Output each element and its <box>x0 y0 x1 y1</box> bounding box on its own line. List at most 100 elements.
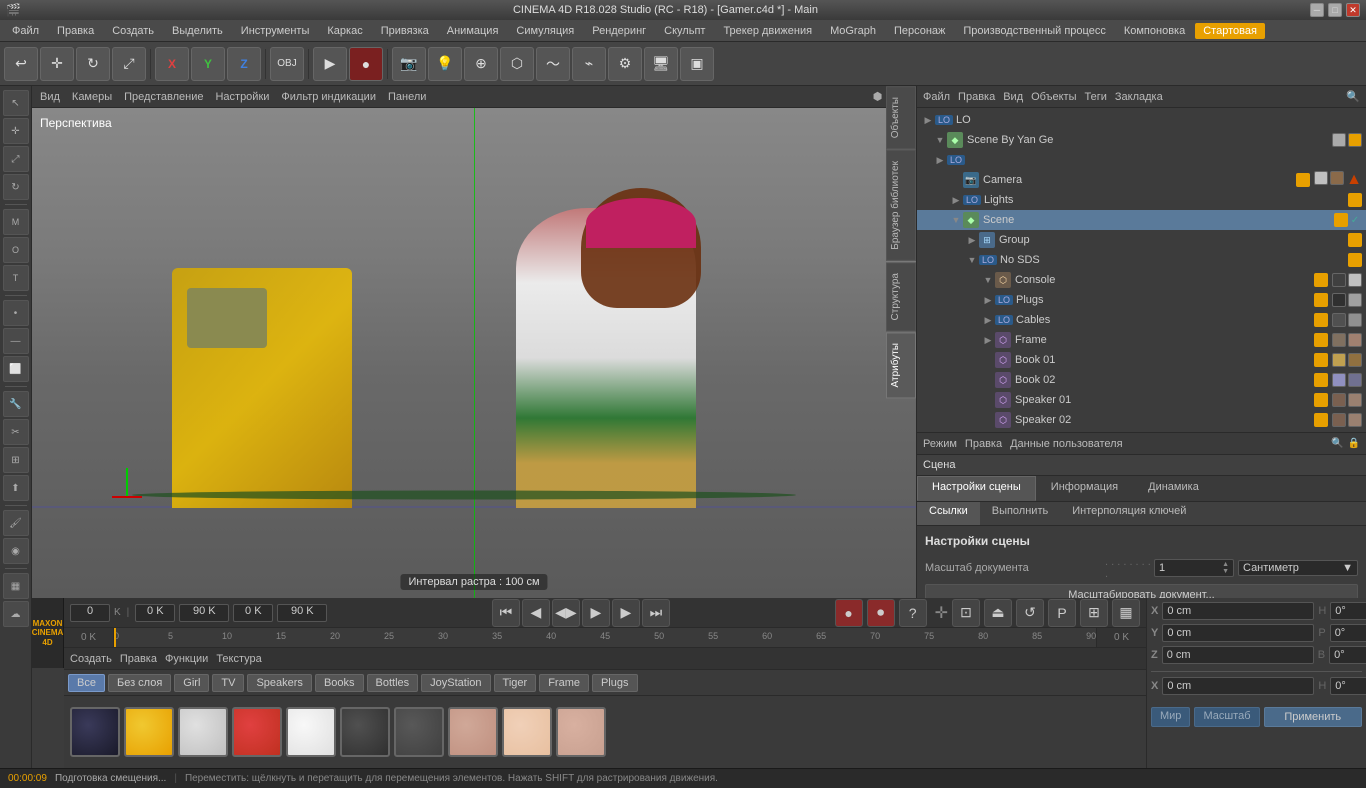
menu-mograph[interactable]: MoGraph <box>822 23 884 39</box>
attr-sub-tab-links[interactable]: Ссылки <box>917 502 980 525</box>
play-button[interactable]: ▶ <box>582 599 610 627</box>
menu-snap[interactable]: Привязка <box>373 23 437 39</box>
expand-icon[interactable]: ▶ <box>981 333 995 347</box>
mat-swatch-8[interactable] <box>502 707 552 757</box>
menu-simulate[interactable]: Симуляция <box>508 23 582 39</box>
expand-icon[interactable]: ▼ <box>949 213 963 227</box>
mat-swatch-7[interactable] <box>448 707 498 757</box>
attr-menu-edit[interactable]: Правка <box>965 438 1002 450</box>
menu-select[interactable]: Выделить <box>164 23 231 39</box>
menu-compose[interactable]: Компоновка <box>1116 23 1193 39</box>
lt-point[interactable]: • <box>3 300 29 326</box>
lt-move[interactable]: ✛ <box>3 118 29 144</box>
lt-scale[interactable]: ⤢ <box>3 146 29 172</box>
obj-row-console[interactable]: ▼ ⬡ Console <box>917 270 1366 290</box>
lt-sky[interactable]: ☁ <box>3 601 29 627</box>
attr-menu-userdata[interactable]: Данные пользователя <box>1010 438 1122 450</box>
mat-swatch-5[interactable] <box>340 707 390 757</box>
tb-camera[interactable]: 📷 <box>392 47 426 81</box>
vp-view-menu[interactable]: Вид <box>40 91 60 103</box>
lt-rotate[interactable]: ↻ <box>3 174 29 200</box>
obj-row-speaker02[interactable]: ⬡ Speaker 02 <box>917 410 1366 430</box>
obj-row-nosds[interactable]: ▼ LO No SDS <box>917 250 1366 270</box>
goto-end-button[interactable]: ⏭ <box>642 599 670 627</box>
obj-row-lo2[interactable]: ▶ LO <box>917 150 1366 170</box>
vp-expand[interactable]: ⬢ <box>873 90 883 103</box>
p-rotation-input[interactable] <box>1330 624 1366 642</box>
sx-input[interactable] <box>1162 677 1314 695</box>
side-tab-objects[interactable]: Объекты <box>886 86 916 149</box>
scale-input[interactable]: 1 ▲ ▼ <box>1154 559 1234 577</box>
lt-texture[interactable]: T <box>3 265 29 291</box>
mat-menu-create[interactable]: Создать <box>70 653 112 665</box>
lt-model[interactable]: M <box>3 209 29 235</box>
tb-scale[interactable]: ⤢ <box>112 47 146 81</box>
tb-axis-z[interactable]: Z <box>227 47 261 81</box>
menu-tools[interactable]: Инструменты <box>233 23 318 39</box>
side-tab-structure[interactable]: Структура <box>886 262 916 331</box>
record-button[interactable]: ● <box>835 599 863 627</box>
mat-tag-nolayer[interactable]: Без слоя <box>108 674 171 692</box>
mat-swatch-3[interactable] <box>232 707 282 757</box>
attr-sub-tab-interp[interactable]: Интерполяция ключей <box>1060 502 1198 525</box>
mat-tag-joystation[interactable]: JoyStation <box>421 674 490 692</box>
x-position-input[interactable] <box>1162 602 1314 620</box>
menu-tracker[interactable]: Трекер движения <box>715 23 820 39</box>
auto-record-button[interactable]: ⏺ <box>867 599 895 627</box>
obj-row-book02[interactable]: ⬡ Book 02 <box>917 370 1366 390</box>
obj-menu-bookmarks[interactable]: Закладка <box>1115 91 1163 103</box>
mat-tag-bottles[interactable]: Bottles <box>367 674 419 692</box>
h-rotation-input[interactable] <box>1330 602 1366 620</box>
side-tab-browser[interactable]: Браузер библиотек <box>886 150 916 261</box>
tb-render-view[interactable]: 🖥 <box>644 47 678 81</box>
obj-row-lo1[interactable]: ▶ LO LO <box>917 110 1366 130</box>
start-time2-input[interactable]: 0 K <box>233 604 273 622</box>
expand-icon[interactable]: ▶ <box>949 193 963 207</box>
tb-spline[interactable]: 〜 <box>536 47 570 81</box>
next-frame-button[interactable]: ▶ <box>612 599 640 627</box>
lt-knife[interactable]: ✂ <box>3 419 29 445</box>
menu-render[interactable]: Рендеринг <box>584 23 654 39</box>
obj-row-camera[interactable]: 📷 Camera ▲ <box>917 170 1366 190</box>
menu-sculpt[interactable]: Скульпт <box>656 23 713 39</box>
tb-render[interactable]: ▣ <box>680 47 714 81</box>
tb-record[interactable]: ● <box>349 47 383 81</box>
start-time-input[interactable]: 0 K <box>135 604 175 622</box>
attr-sub-tab-execute[interactable]: Выполнить <box>980 502 1060 525</box>
lt-edge[interactable]: — <box>3 328 29 354</box>
end-time-input[interactable]: 90 K <box>179 604 229 622</box>
end-time2-input[interactable]: 90 K <box>277 604 327 622</box>
loop-button[interactable]: ↺ <box>1016 599 1044 627</box>
mat-swatch-6[interactable] <box>394 707 444 757</box>
side-tab-attributes[interactable]: Атрибуты <box>886 332 916 398</box>
obj-row-scene[interactable]: ▼ ◆ Scene ✓ <box>917 210 1366 230</box>
vp-filter-menu[interactable]: Фильтр индикации <box>281 91 376 103</box>
vp-options-menu[interactable]: Настройки <box>215 91 269 103</box>
vp-cameras-menu[interactable]: Камеры <box>72 91 112 103</box>
tb-light[interactable]: 💡 <box>428 47 462 81</box>
tb-polygon[interactable]: ⬡ <box>500 47 534 81</box>
obj-row-cables[interactable]: ▶ LO Cables <box>917 310 1366 330</box>
menu-animate[interactable]: Анимация <box>439 23 507 39</box>
lt-floor[interactable]: ▦ <box>3 573 29 599</box>
mat-swatch-4[interactable] <box>286 707 336 757</box>
mat-menu-texture[interactable]: Текстура <box>216 653 261 665</box>
menu-startup[interactable]: Стартовая <box>1195 23 1265 39</box>
mat-tag-girl[interactable]: Girl <box>174 674 209 692</box>
apply-button[interactable]: Применить <box>1264 707 1363 727</box>
y-position-input[interactable] <box>1162 624 1314 642</box>
obj-row-speaker01[interactable]: ⬡ Speaker 01 <box>917 390 1366 410</box>
minimize-button[interactable]: ─ <box>1310 3 1324 17</box>
mat-swatch-2[interactable] <box>178 707 228 757</box>
lt-magnet[interactable]: 🔧 <box>3 391 29 417</box>
mat-tag-tiger[interactable]: Tiger <box>494 674 537 692</box>
world-mode-button[interactable]: Мир <box>1151 707 1190 727</box>
obj-menu-objects[interactable]: Объекты <box>1031 91 1076 103</box>
scale-unit-dropdown[interactable]: Сантиметр ▼ <box>1238 560 1358 576</box>
current-time-input[interactable]: 0 <box>70 604 110 622</box>
attr-tab-dynamics[interactable]: Динамика <box>1133 476 1214 501</box>
tb-axis-x[interactable]: X <box>155 47 189 81</box>
mat-tag-all[interactable]: Все <box>68 674 105 692</box>
obj-row-frame[interactable]: ▶ ⬡ Frame <box>917 330 1366 350</box>
b-rotation-input[interactable] <box>1329 646 1366 664</box>
